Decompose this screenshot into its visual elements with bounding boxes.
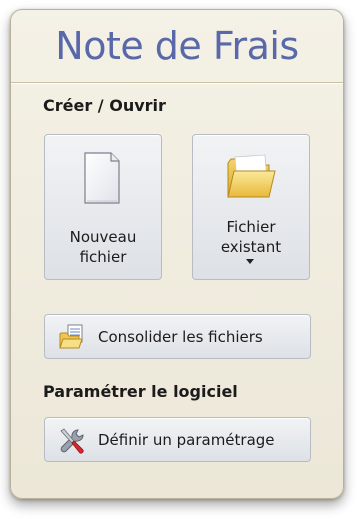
create-open-heading: Créer / Ouvrir	[43, 96, 166, 115]
consolidate-files-button[interactable]: Consolider les fichiers	[44, 314, 311, 359]
expense-report-panel: Note de Frais Créer / Ouvrir Nouveau fic…	[10, 9, 344, 499]
existing-file-label-line2: existant	[220, 238, 282, 256]
define-settings-label: Définir un paramétrage	[98, 431, 275, 449]
new-file-label-line2: fichier	[79, 248, 127, 266]
title-divider	[11, 82, 343, 84]
consolidate-files-label: Consolider les fichiers	[98, 328, 263, 346]
consolidate-icon	[59, 324, 83, 349]
configure-software-heading: Paramétrer le logiciel	[43, 382, 238, 401]
document-icon	[84, 152, 120, 204]
tools-icon	[60, 428, 84, 454]
existing-file-label-line1: Fichier	[226, 218, 276, 236]
new-file-button[interactable]: Nouveau fichier	[44, 134, 162, 280]
dropdown-arrow-icon[interactable]	[246, 259, 254, 264]
folder-icon	[227, 154, 276, 198]
new-file-label-line1: Nouveau	[69, 228, 137, 246]
existing-file-button[interactable]: Fichier existant	[192, 134, 310, 280]
panel-title: Note de Frais	[55, 24, 299, 68]
define-settings-button[interactable]: Définir un paramétrage	[44, 417, 311, 462]
